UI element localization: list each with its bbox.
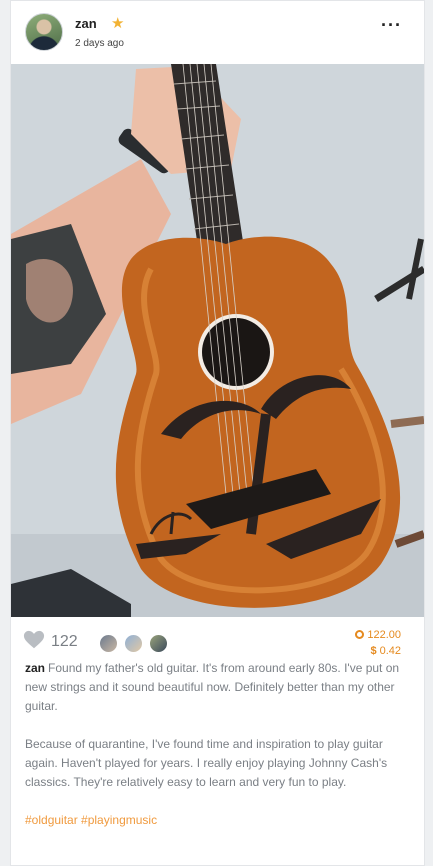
- heart-icon[interactable]: [23, 629, 45, 651]
- dollar-sign: $: [370, 645, 377, 657]
- coin-icon: [355, 630, 365, 639]
- post-actions: 122 122.00 $0.42: [11, 617, 424, 657]
- voter-avatar[interactable]: [148, 633, 169, 654]
- reward-dollars: 0.42: [379, 645, 401, 657]
- caption-paragraph-2: Because of quarantine, I've found time a…: [25, 737, 388, 789]
- reward-summary[interactable]: 122.00 $0.42: [355, 627, 401, 659]
- caption-author[interactable]: zan: [25, 661, 45, 675]
- post-username[interactable]: zan: [75, 16, 97, 31]
- caption-text-1: Found my father's old guitar. It's from …: [25, 661, 400, 713]
- guitar-photo-illustration: [11, 64, 424, 617]
- reward-dollars-row: $0.42: [355, 643, 401, 659]
- avatar[interactable]: [25, 13, 63, 51]
- more-icon[interactable]: ···: [381, 15, 402, 36]
- reward-coins-row: 122.00: [355, 627, 401, 643]
- caption-paragraph-1: zan Found my father's old guitar. It's fr…: [25, 659, 415, 716]
- like-count[interactable]: 122: [51, 633, 78, 651]
- voter-avatar[interactable]: [123, 633, 144, 654]
- voter-avatar[interactable]: [98, 633, 119, 654]
- star-icon: ★: [111, 15, 125, 32]
- post-header: zan ★ 2 days ago ···: [25, 11, 410, 55]
- post-photo[interactable]: [11, 64, 424, 617]
- reward-coins: 122.00: [367, 629, 401, 641]
- post-caption: zan Found my father's old guitar. It's fr…: [25, 659, 415, 849]
- post-time[interactable]: 2 days ago: [75, 38, 124, 49]
- post-card: zan ★ 2 days ago ··· 122 122.00 $ 0.42 z…: [10, 0, 425, 866]
- hashtags[interactable]: #oldguitar #playingmusic: [25, 811, 415, 830]
